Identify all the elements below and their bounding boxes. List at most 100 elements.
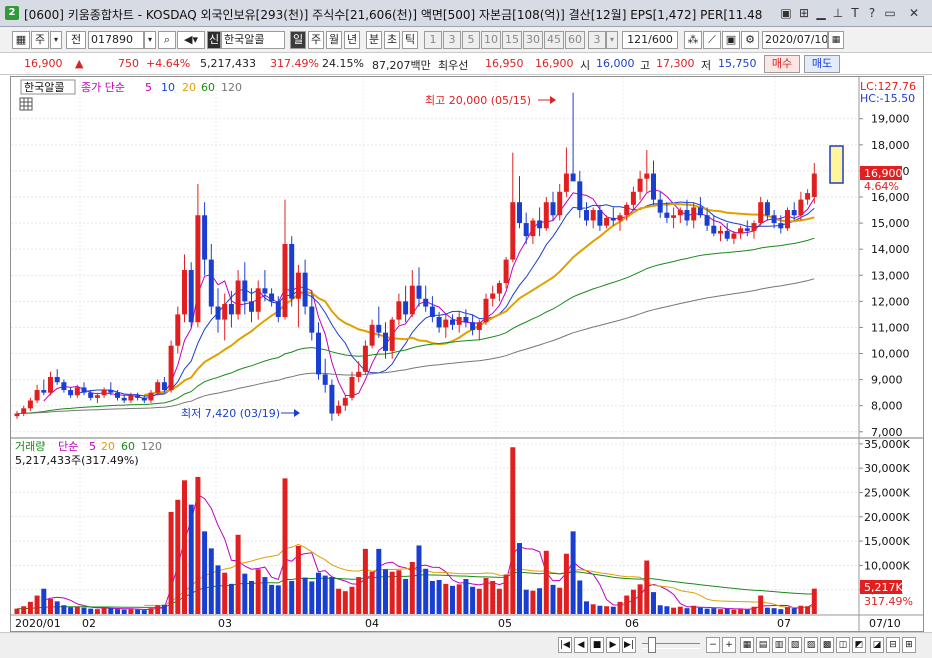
volume-bar[interactable] bbox=[21, 606, 27, 614]
selection-highlight-box[interactable] bbox=[829, 145, 844, 184]
candle-body[interactable] bbox=[711, 225, 717, 234]
volume-bar[interactable] bbox=[584, 601, 589, 614]
volume-bar[interactable] bbox=[423, 568, 429, 614]
minimize-icon[interactable]: ▁ bbox=[813, 5, 829, 21]
candle-body[interactable] bbox=[517, 202, 522, 224]
period-tick-tab[interactable]: 틱 bbox=[402, 31, 418, 49]
interval-3-button[interactable]: 3 bbox=[443, 31, 461, 49]
interval-15-button[interactable]: 15 bbox=[502, 31, 522, 49]
candle-body[interactable] bbox=[416, 285, 422, 299]
candle-body[interactable] bbox=[436, 317, 442, 328]
candle-body[interactable] bbox=[215, 306, 221, 320]
count-input[interactable]: 3 bbox=[588, 31, 606, 49]
volume-bar[interactable] bbox=[604, 606, 610, 614]
volume-bar[interactable] bbox=[563, 553, 569, 614]
candle-body[interactable] bbox=[101, 390, 107, 396]
type-dropdown-icon[interactable]: ▾ bbox=[50, 31, 62, 49]
candle-body[interactable] bbox=[570, 173, 576, 182]
candle-body[interactable] bbox=[764, 202, 770, 216]
candle-body[interactable] bbox=[175, 314, 181, 346]
candle-body[interactable] bbox=[704, 215, 710, 226]
candle-body[interactable] bbox=[409, 285, 415, 315]
view-mode-10-icon[interactable]: ⊟ bbox=[886, 637, 900, 653]
candle-body[interactable] bbox=[275, 301, 281, 317]
volume-bar[interactable] bbox=[74, 606, 80, 614]
candle-body[interactable] bbox=[68, 390, 74, 396]
volume-bar[interactable] bbox=[94, 609, 100, 614]
range-input[interactable]: 121/600 bbox=[622, 31, 678, 49]
view-mode-7-icon[interactable]: ◫ bbox=[836, 637, 850, 653]
candle-body[interactable] bbox=[135, 395, 141, 398]
view-mode-3-icon[interactable]: ▥ bbox=[772, 637, 786, 653]
volume-bar[interactable] bbox=[771, 608, 777, 614]
volume-bar[interactable] bbox=[744, 609, 750, 614]
candle-body[interactable] bbox=[463, 317, 469, 323]
candle-body[interactable] bbox=[356, 371, 362, 377]
volume-bar[interactable] bbox=[135, 609, 141, 614]
volume-bar[interactable] bbox=[61, 605, 67, 614]
volume-bar[interactable] bbox=[208, 548, 214, 614]
candle-body[interactable] bbox=[450, 319, 455, 325]
zoom-out-icon[interactable]: − bbox=[706, 637, 720, 653]
volume-bar[interactable] bbox=[496, 588, 502, 614]
candle-body[interactable] bbox=[490, 293, 496, 299]
candle-body[interactable] bbox=[651, 173, 656, 200]
candle-body[interactable] bbox=[81, 387, 87, 393]
volume-bar[interactable] bbox=[54, 601, 60, 614]
volume-bar[interactable] bbox=[751, 606, 757, 614]
volume-bar[interactable] bbox=[342, 591, 348, 614]
volume-bar[interactable] bbox=[711, 608, 717, 614]
volume-bar[interactable] bbox=[630, 589, 636, 614]
close-icon[interactable]: ✕ bbox=[906, 5, 922, 21]
volume-bar[interactable] bbox=[302, 577, 308, 614]
volume-bar[interactable] bbox=[470, 586, 476, 614]
interval-30-button[interactable]: 30 bbox=[523, 31, 543, 49]
volume-bar[interactable] bbox=[624, 595, 630, 614]
volume-bar[interactable] bbox=[463, 579, 469, 614]
chart-area[interactable]: 7,000 8,000 9,000 10,000 11,000 12,000 13,000 1… bbox=[10, 76, 924, 632]
stock-name-field[interactable]: 한국알콜 bbox=[221, 31, 285, 49]
candle-body[interactable] bbox=[550, 202, 556, 216]
candle-body[interactable] bbox=[805, 193, 811, 200]
candle-body[interactable] bbox=[349, 377, 355, 398]
volume-bar[interactable] bbox=[282, 478, 288, 614]
candle-body[interactable] bbox=[21, 408, 27, 414]
volume-bar[interactable] bbox=[41, 588, 47, 614]
candle-body[interactable] bbox=[563, 173, 569, 192]
view-mode-2-icon[interactable]: ▤ bbox=[756, 637, 770, 653]
candle-body[interactable] bbox=[195, 215, 201, 323]
candle-body[interactable] bbox=[671, 215, 677, 218]
candle-body[interactable] bbox=[168, 345, 174, 391]
volume-bar[interactable] bbox=[724, 608, 730, 614]
volume-bar[interactable] bbox=[27, 601, 33, 614]
volume-bar[interactable] bbox=[269, 584, 275, 614]
candle-body[interactable] bbox=[148, 392, 154, 401]
volume-bar[interactable] bbox=[262, 577, 268, 614]
volume-bar[interactable] bbox=[362, 548, 368, 614]
volume-bar[interactable] bbox=[523, 589, 529, 614]
candle-body[interactable] bbox=[389, 319, 395, 351]
draw-tool-icon[interactable]: ⟋ bbox=[703, 31, 721, 49]
candle-body[interactable] bbox=[336, 405, 342, 414]
volume-bar[interactable] bbox=[403, 579, 409, 614]
volume-bar[interactable] bbox=[115, 609, 120, 614]
candle-body[interactable] bbox=[624, 204, 630, 216]
volume-bar[interactable] bbox=[215, 565, 221, 614]
volume-bar[interactable] bbox=[597, 605, 603, 614]
volume-bar[interactable] bbox=[88, 608, 94, 614]
volume-bar[interactable] bbox=[416, 545, 422, 614]
scroll-prev-icon[interactable]: ◀ bbox=[574, 637, 588, 653]
volume-bar[interactable] bbox=[101, 607, 107, 614]
volume-bar[interactable] bbox=[811, 588, 817, 614]
volume-bar[interactable] bbox=[731, 609, 737, 614]
candle-body[interactable] bbox=[543, 202, 549, 229]
search-icon[interactable]: ⌕ bbox=[158, 31, 176, 49]
volume-bar[interactable] bbox=[383, 569, 388, 614]
candle-body[interactable] bbox=[476, 322, 482, 331]
volume-bar[interactable] bbox=[202, 531, 208, 614]
candle-body[interactable] bbox=[510, 202, 516, 260]
view-mode-4-icon[interactable]: ▧ bbox=[788, 637, 802, 653]
stop-icon[interactable]: ■ bbox=[590, 637, 604, 653]
view-mode-1-icon[interactable]: ▦ bbox=[740, 637, 754, 653]
candle-body[interactable] bbox=[718, 230, 723, 234]
